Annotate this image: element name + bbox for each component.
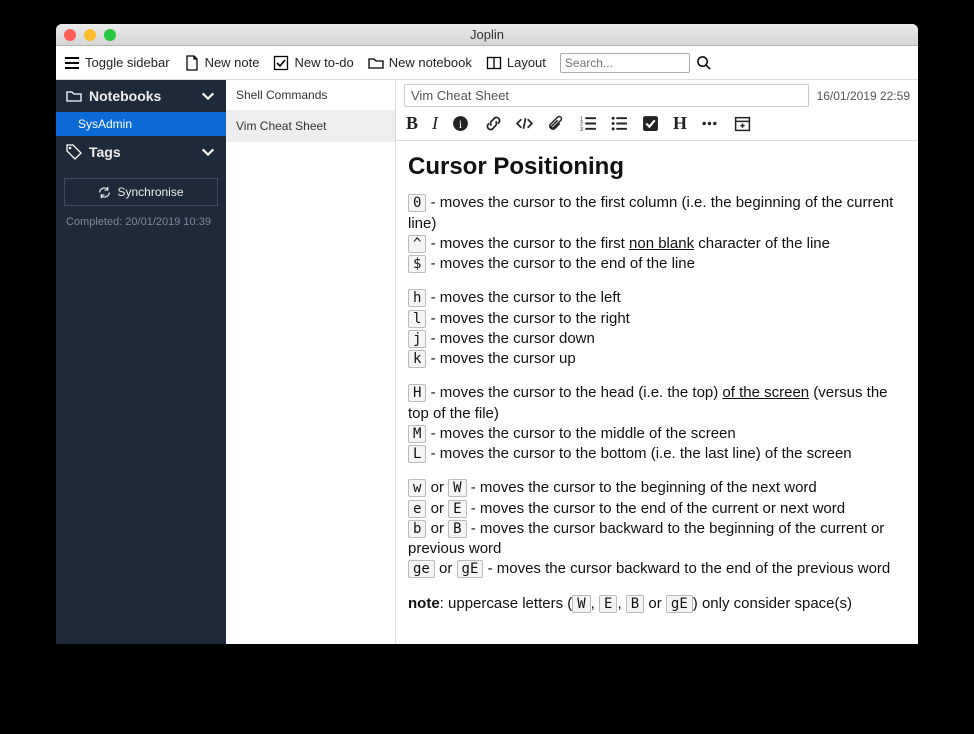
note-title-input[interactable]	[404, 84, 809, 107]
checklist-icon[interactable]	[642, 115, 659, 132]
toggle-sidebar-button[interactable]: Toggle sidebar	[64, 55, 170, 71]
sidebar-notebooks-header[interactable]: Notebooks	[56, 80, 226, 112]
bold-button[interactable]: B	[406, 113, 418, 134]
zoom-window-button[interactable]	[104, 29, 116, 41]
attachment-icon[interactable]	[547, 115, 564, 132]
chevron-down-icon	[200, 144, 216, 160]
content-paragraph: h - moves the cursor to the left l - mov…	[408, 288, 906, 369]
main-area: Notebooks SysAdmin Tags Synchronise Comp…	[56, 80, 918, 644]
content-paragraph: note: uppercase letters (W, E, B or gE) …	[408, 594, 906, 614]
new-note-label: New note	[205, 55, 260, 70]
synchronise-button[interactable]: Synchronise	[64, 178, 218, 206]
synchronise-label: Synchronise	[117, 185, 183, 199]
note-list-item[interactable]: Vim Cheat Sheet	[226, 111, 395, 142]
titlebar: Joplin	[56, 24, 918, 46]
content-paragraph: H - moves the cursor to the head (i.e. t…	[408, 383, 906, 464]
layout-label: Layout	[507, 55, 546, 70]
minimize-window-button[interactable]	[84, 29, 96, 41]
note-title-row: 16/01/2019 22:59	[396, 80, 918, 107]
note-list: Shell Commands Vim Cheat Sheet	[226, 80, 396, 644]
note-list-item-title: Shell Commands	[236, 88, 327, 102]
italic-button[interactable]: I	[432, 113, 438, 134]
layout-button[interactable]: Layout	[486, 55, 546, 71]
svg-text:3: 3	[580, 127, 583, 132]
window-title: Joplin	[56, 27, 918, 42]
app-window: Joplin Toggle sidebar New note New to-do…	[56, 24, 918, 644]
note-content[interactable]: Cursor Positioning 0 - moves the cursor …	[396, 141, 918, 644]
sidebar: Notebooks SysAdmin Tags Synchronise Comp…	[56, 80, 226, 644]
note-list-item-title: Vim Cheat Sheet	[236, 119, 327, 133]
editor-toolbar: B I i 123 H	[396, 107, 918, 141]
new-todo-label: New to-do	[294, 55, 353, 70]
calendar-add-icon[interactable]	[734, 115, 751, 132]
info-icon[interactable]: i	[452, 115, 469, 132]
layout-icon	[486, 55, 502, 71]
folder-icon	[368, 55, 384, 71]
checkbox-icon	[273, 55, 289, 71]
heading-button[interactable]: H	[673, 113, 687, 134]
main-toolbar: Toggle sidebar New note New to-do New no…	[56, 46, 918, 80]
search-input[interactable]	[560, 53, 690, 73]
sidebar-tags-header[interactable]: Tags	[56, 136, 226, 168]
tag-icon	[66, 144, 82, 160]
folder-icon	[66, 88, 82, 104]
more-icon[interactable]	[701, 115, 718, 132]
note-updated-date: 16/01/2019 22:59	[817, 89, 910, 103]
search-icon[interactable]	[696, 55, 711, 70]
sidebar-notebooks-label: Notebooks	[89, 88, 161, 104]
sync-status-text: Completed: 20/01/2019 10:39	[56, 216, 226, 228]
toggle-sidebar-label: Toggle sidebar	[85, 55, 170, 70]
link-icon[interactable]	[485, 115, 502, 132]
hamburger-icon	[64, 55, 80, 71]
close-window-button[interactable]	[64, 29, 76, 41]
code-icon[interactable]	[516, 115, 533, 132]
new-notebook-label: New notebook	[389, 55, 472, 70]
sync-icon	[98, 186, 111, 199]
content-paragraph: w or W - moves the cursor to the beginni…	[408, 478, 906, 579]
sidebar-item-sysadmin[interactable]: SysAdmin	[56, 112, 226, 136]
new-note-button[interactable]: New note	[184, 55, 260, 71]
unordered-list-icon[interactable]	[611, 115, 628, 132]
chevron-down-icon	[200, 88, 216, 104]
file-icon	[184, 55, 200, 71]
new-notebook-button[interactable]: New notebook	[368, 55, 472, 71]
note-list-item[interactable]: Shell Commands	[226, 80, 395, 111]
editor-pane: 16/01/2019 22:59 B I i 123 H	[396, 80, 918, 644]
content-heading: Cursor Positioning	[408, 151, 906, 183]
window-controls	[56, 29, 116, 41]
ordered-list-icon[interactable]: 123	[580, 115, 597, 132]
sidebar-tags-label: Tags	[89, 144, 121, 160]
new-todo-button[interactable]: New to-do	[273, 55, 353, 71]
sidebar-item-label: SysAdmin	[78, 117, 132, 131]
search-group	[560, 53, 711, 73]
content-paragraph: 0 - moves the cursor to the first column…	[408, 193, 906, 274]
